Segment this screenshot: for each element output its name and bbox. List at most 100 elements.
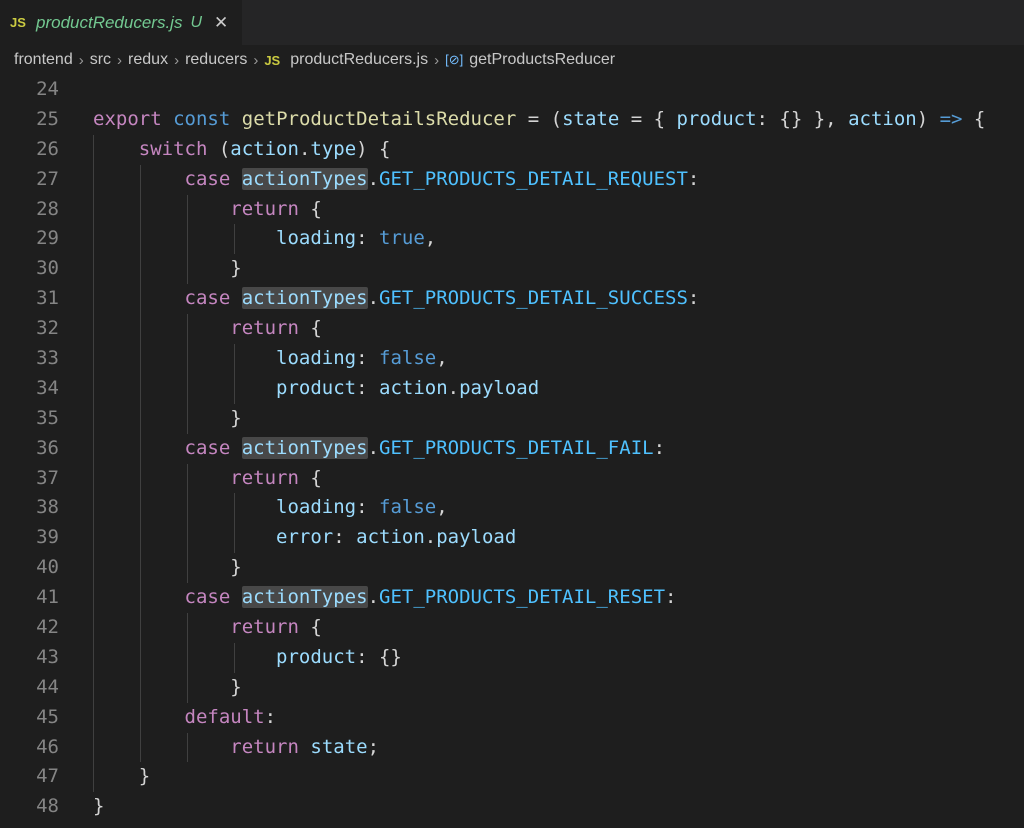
- code-token: ,: [424, 227, 437, 250]
- indent-guide: [93, 463, 94, 494]
- indent-guide: [186, 642, 188, 673]
- code-line-content: case actionTypes.GET_PRODUCTS_DETAIL_FAI…: [59, 433, 665, 464]
- code-token: {: [298, 616, 322, 639]
- indent-guide: [186, 194, 188, 225]
- code-token: = (: [516, 107, 563, 130]
- code-line[interactable]: 44 }: [0, 672, 1024, 703]
- code-line[interactable]: 46 return state;: [0, 732, 1024, 763]
- line-number: 38: [36, 496, 59, 519]
- indent-guide: [139, 553, 141, 584]
- code-line[interactable]: 32 return {: [0, 314, 1024, 345]
- indent-guide: [139, 194, 141, 225]
- code-line-content: error: action.payload: [59, 523, 516, 554]
- code-line[interactable]: 31 case actionTypes.GET_PRODUCTS_DETAIL_…: [0, 284, 1024, 315]
- code-token: .: [367, 287, 380, 310]
- code-token: GET_PRODUCTS_DETAIL_FAIL: [379, 436, 654, 459]
- code-line[interactable]: 42 return {: [0, 613, 1024, 643]
- indent-guide: [186, 344, 188, 374]
- code-line[interactable]: 26 switch (action.type) {: [0, 134, 1024, 165]
- chevron-right-icon: ›: [253, 51, 259, 69]
- code-token: action: [356, 526, 425, 549]
- code-editor[interactable]: 24 25 export const getProductDetailsReduce…: [0, 75, 1024, 822]
- code-line[interactable]: 35 }: [0, 403, 1024, 434]
- indent-guide: [139, 523, 141, 554]
- code-line[interactable]: 30 }: [0, 254, 1024, 285]
- code-line[interactable]: 39 error: action.payload: [0, 523, 1024, 554]
- code-line[interactable]: 27 case actionTypes.GET_PRODUCTS_DETAIL_…: [0, 164, 1024, 195]
- code-line[interactable]: 34 product: action.payload: [0, 373, 1024, 404]
- code-token: type: [310, 137, 357, 160]
- code-line[interactable]: 33 loading: false,: [0, 344, 1024, 374]
- code-token: :: [264, 705, 277, 728]
- line-number: 32: [36, 317, 59, 340]
- breadcrumb-item-reducers[interactable]: reducers: [185, 51, 247, 69]
- code-line[interactable]: 40 }: [0, 553, 1024, 584]
- line-number: 47: [36, 765, 59, 788]
- code-line-content: return {: [59, 194, 322, 225]
- code-line-content: export const getProductDetailsReducer = …: [59, 105, 985, 135]
- code-token: }: [93, 406, 242, 429]
- code-line[interactable]: 36 case actionTypes.GET_PRODUCTS_DETAIL_…: [0, 433, 1024, 464]
- indent-guide: [186, 224, 188, 255]
- code-line-content: product: {}: [59, 642, 402, 673]
- indent-guide: [93, 732, 94, 763]
- chevron-right-icon: ›: [434, 51, 440, 69]
- breadcrumb-item-redux[interactable]: redux: [128, 51, 168, 69]
- code-line[interactable]: 24: [0, 75, 1024, 105]
- indent-guide: [186, 373, 188, 404]
- code-token: actionTypes: [241, 586, 368, 609]
- indent-guide: [93, 164, 94, 195]
- code-line-content: loading: true,: [59, 224, 437, 255]
- code-line[interactable]: 47 }: [0, 762, 1024, 793]
- code-line-content: return {: [59, 613, 322, 643]
- code-line[interactable]: 37 return {: [0, 463, 1024, 494]
- indent-guide: [93, 194, 94, 225]
- code-token: :: [356, 376, 379, 399]
- line-number: 45: [36, 705, 59, 728]
- javascript-file-icon: JS: [264, 52, 281, 68]
- code-token: :: [333, 526, 357, 549]
- indent-guide: [93, 583, 94, 614]
- indent-guide: [93, 314, 94, 345]
- code-line[interactable]: 28 return {: [0, 194, 1024, 225]
- code-token: (: [207, 137, 231, 160]
- code-token: }: [93, 257, 242, 280]
- line-number: 27: [36, 167, 59, 190]
- code-token: true: [379, 227, 425, 250]
- code-line[interactable]: 41 case actionTypes.GET_PRODUCTS_DETAIL_…: [0, 583, 1024, 614]
- code-token: actionTypes: [241, 287, 368, 310]
- indent-guide: [186, 403, 188, 434]
- code-token: product: [276, 645, 357, 668]
- code-line[interactable]: 25 export const getProductDetailsReducer …: [0, 105, 1024, 135]
- code-line-content: }: [59, 792, 104, 822]
- line-number: 43: [36, 645, 59, 668]
- close-icon[interactable]: ✕: [214, 14, 228, 31]
- breadcrumb-item-file[interactable]: productReducers.js: [290, 51, 428, 69]
- code-token: return: [230, 735, 299, 758]
- indent-guide: [139, 702, 141, 733]
- indent-guide: [93, 224, 94, 255]
- indent-guide: [139, 224, 141, 255]
- line-number: 44: [36, 675, 59, 698]
- line-number: 39: [36, 526, 59, 549]
- indent-guide: [186, 493, 188, 524]
- code-token: false: [379, 496, 437, 519]
- code-token: return: [230, 317, 299, 340]
- breadcrumb-item-frontend[interactable]: frontend: [14, 51, 73, 69]
- code-token: {: [298, 466, 322, 489]
- code-line[interactable]: 45 default:: [0, 702, 1024, 733]
- editor-tab-bar: JS productReducers.js U ✕: [0, 0, 1024, 45]
- line-number: 24: [36, 78, 59, 100]
- code-line[interactable]: 38 loading: false,: [0, 493, 1024, 524]
- code-line[interactable]: 29 loading: true,: [0, 224, 1024, 255]
- code-line[interactable]: 48}: [0, 792, 1024, 822]
- breadcrumb-item-src[interactable]: src: [90, 51, 111, 69]
- editor-tab-productreducers[interactable]: JS productReducers.js U ✕: [0, 0, 242, 45]
- indent-guide: [93, 642, 94, 673]
- code-line[interactable]: 43 product: {}: [0, 642, 1024, 673]
- code-token: :: [356, 347, 379, 370]
- breadcrumb-item-symbol[interactable]: getProductsReducer: [469, 51, 615, 69]
- indent-guide: [139, 583, 141, 614]
